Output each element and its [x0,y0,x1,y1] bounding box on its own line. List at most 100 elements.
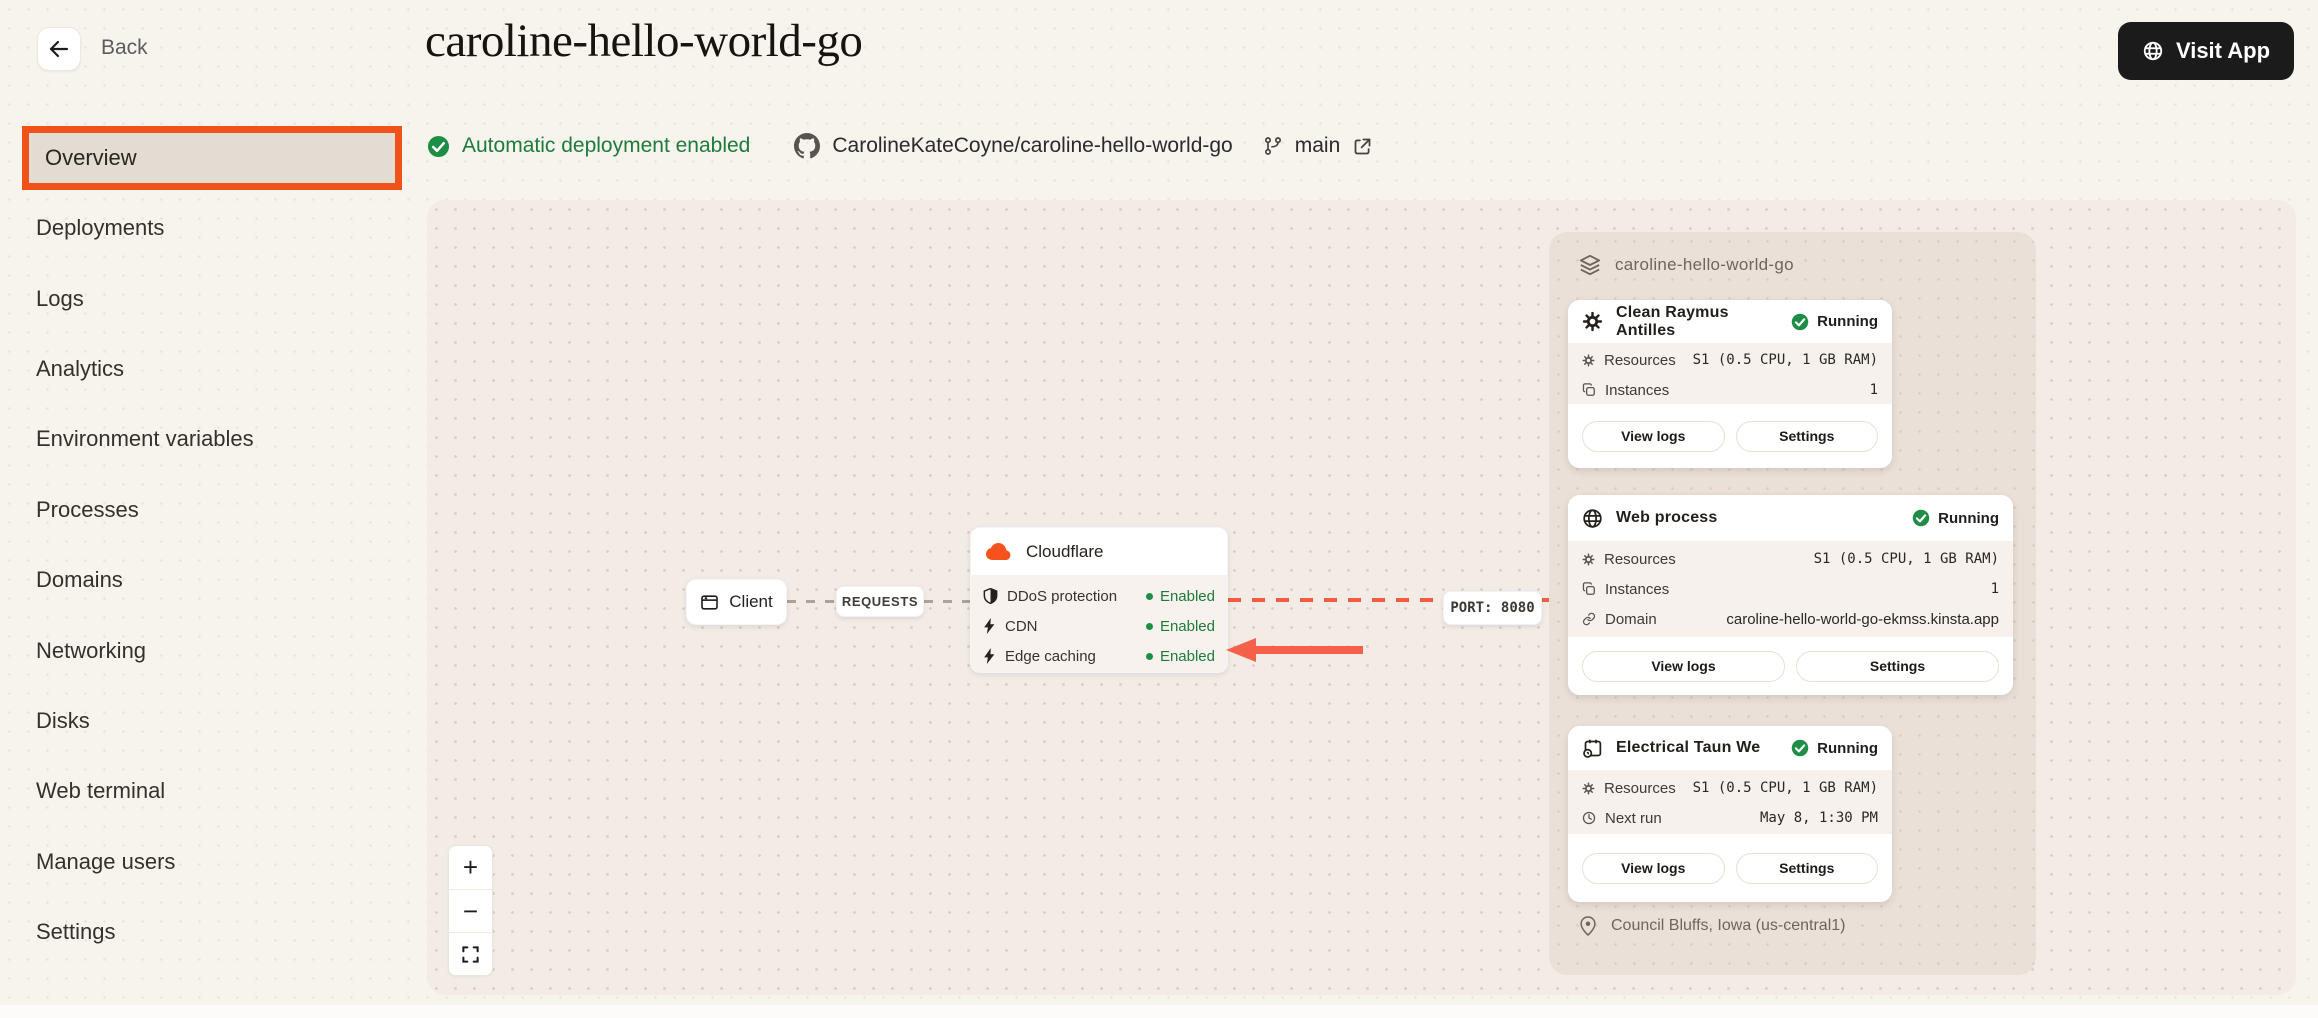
settings-button[interactable]: Settings [1736,421,1879,452]
visit-app-label: Visit App [2176,38,2270,64]
globe-icon [1582,508,1603,529]
check-circle-icon [1912,509,1930,527]
github-icon [794,133,820,159]
sidebar-item-overview[interactable]: Overview [22,126,402,190]
sidebar-item-domains[interactable]: Domains [36,567,123,593]
status-label: Running [1938,510,1999,527]
row-value: 1 [1870,382,1878,398]
app-group-panel: caroline-hello-world-go Clean Raymus Ant… [1549,232,2036,975]
resources-row: Resources S1 (0.5 CPU, 1 GB RAM) [1582,773,1878,803]
sidebar-item-environment-variables[interactable]: Environment variables [36,426,254,452]
status-bar: Automatic deployment enabled CarolineKat… [427,130,1373,162]
sidebar-item-label: Overview [45,145,137,171]
status-badge: Running [1912,509,1999,527]
visit-app-button[interactable]: Visit App [2118,22,2294,80]
branch-name: main [1295,134,1341,158]
process-card-clean-raymus-antilles[interactable]: Clean Raymus Antilles Running [1568,300,1892,468]
cloudflare-row-ddos: DDoS protection Enabled [983,581,1215,611]
process-footer: View logs Settings [1568,637,2013,695]
client-node[interactable]: Client [686,579,787,625]
back-button[interactable] [37,27,81,71]
repo-link[interactable]: CarolineKateCoyne/caroline-hello-world-g… [794,133,1232,159]
process-body: Resources S1 (0.5 CPU, 1 GB RAM) Instanc… [1568,343,1892,404]
status-label: Running [1817,740,1878,757]
sidebar-item-manage-users[interactable]: Manage users [36,849,175,875]
port-edge-label: PORT: 8080 [1443,591,1542,625]
process-footer: View logs Settings [1568,404,1892,468]
sidebar-item-disks[interactable]: Disks [36,708,90,734]
cloudflare-row-status: Enabled [1160,618,1215,635]
next-run-row: Next run May 8, 1:30 PM [1582,803,1878,833]
process-card-electrical-taun-we[interactable]: Electrical Taun We Running [1568,726,1892,902]
cloudflare-row-status: Enabled [1160,588,1215,605]
sidebar-item-processes[interactable]: Processes [36,497,139,523]
back-arrow-icon [47,37,71,61]
view-logs-button[interactable]: View logs [1582,421,1725,452]
topology-canvas[interactable]: Client REQUESTS Cloudflare DDoS [427,200,2296,995]
branch-link[interactable]: main [1263,134,1374,158]
browser-window-icon [700,593,719,612]
row-label: Resources [1604,551,1676,568]
check-circle-icon [1791,739,1809,757]
branch-icon [1263,136,1283,156]
settings-button[interactable]: Settings [1796,651,1999,682]
map-pin-icon [1579,916,1597,936]
bottom-edge [0,1005,2318,1018]
sidebar-item-settings[interactable]: Settings [36,919,116,945]
status-badge: Running [1791,313,1878,331]
process-body: Resources S1 (0.5 CPU, 1 GB RAM) Instanc… [1568,541,2013,637]
external-link-icon[interactable] [1352,136,1373,157]
enabled-dot [1146,623,1153,630]
page-title: caroline-hello-world-go [425,14,862,68]
check-circle-icon [1791,313,1809,331]
canvas-zoom-controls: + − [448,845,493,976]
settings-button[interactable]: Settings [1736,853,1879,884]
sidebar-item-networking[interactable]: Networking [36,638,146,664]
connector-client-requests [787,600,836,603]
row-label: Next run [1605,810,1662,827]
calendar-clock-icon [1582,738,1603,759]
cloudflare-row-cdn: CDN Enabled [983,611,1215,641]
cloudflare-node[interactable]: Cloudflare DDoS protection Enabled [970,527,1228,673]
annotation-arrow-icon [1224,636,1366,664]
domain-row: Domain caroline-hello-world-go-ekmss.kin… [1582,604,1999,634]
client-label: Client [729,592,772,612]
fit-view-button[interactable] [449,932,492,975]
cloudflare-title: Cloudflare [1026,542,1104,562]
instances-icon [1582,582,1596,596]
zoom-in-button[interactable]: + [449,846,492,889]
status-label: Running [1817,313,1878,330]
sidebar-item-deployments[interactable]: Deployments [36,215,164,241]
process-footer: View logs Settings [1568,834,1892,902]
sidebar-item-analytics[interactable]: Analytics [36,356,124,382]
row-label: Resources [1604,352,1676,369]
process-title: Clean Raymus Antilles [1616,304,1791,340]
gear-icon [1582,311,1603,332]
resources-row: Resources S1 (0.5 CPU, 1 GB RAM) [1582,544,1999,574]
row-label: Instances [1605,581,1669,598]
bolt-icon [983,618,996,634]
zoom-out-button[interactable]: − [449,889,492,932]
cloudflare-header: Cloudflare [971,528,1227,575]
sidebar-item-web-terminal[interactable]: Web terminal [36,778,165,804]
check-circle-icon [427,135,450,158]
row-value: S1 (0.5 CPU, 1 GB RAM) [1693,780,1878,796]
instances-icon [1582,383,1596,397]
deployment-status-label: Automatic deployment enabled [462,134,750,158]
instances-row: Instances 1 [1582,375,1878,405]
enabled-dot [1146,593,1153,600]
region-info: Council Bluffs, Iowa (us-central1) [1579,916,1845,936]
process-title: Electrical Taun We [1616,739,1760,757]
view-logs-button[interactable]: View logs [1582,651,1785,682]
process-card-web-process[interactable]: Web process Running Re [1568,495,2013,695]
cloudflare-row-edge-caching: Edge caching Enabled [983,641,1215,671]
sidebar-item-logs[interactable]: Logs [36,286,84,312]
deployment-status: Automatic deployment enabled [427,134,750,158]
view-logs-button[interactable]: View logs [1582,853,1725,884]
link-icon [1582,612,1596,626]
row-value: caroline-hello-world-go-ekmss.kinsta.app [1726,611,1999,628]
cloudflare-cloud-icon [985,542,1013,562]
shield-icon [983,588,998,604]
process-body: Resources S1 (0.5 CPU, 1 GB RAM) Next ru… [1568,770,1892,834]
cloudflare-row-label: DDoS protection [1007,588,1117,605]
